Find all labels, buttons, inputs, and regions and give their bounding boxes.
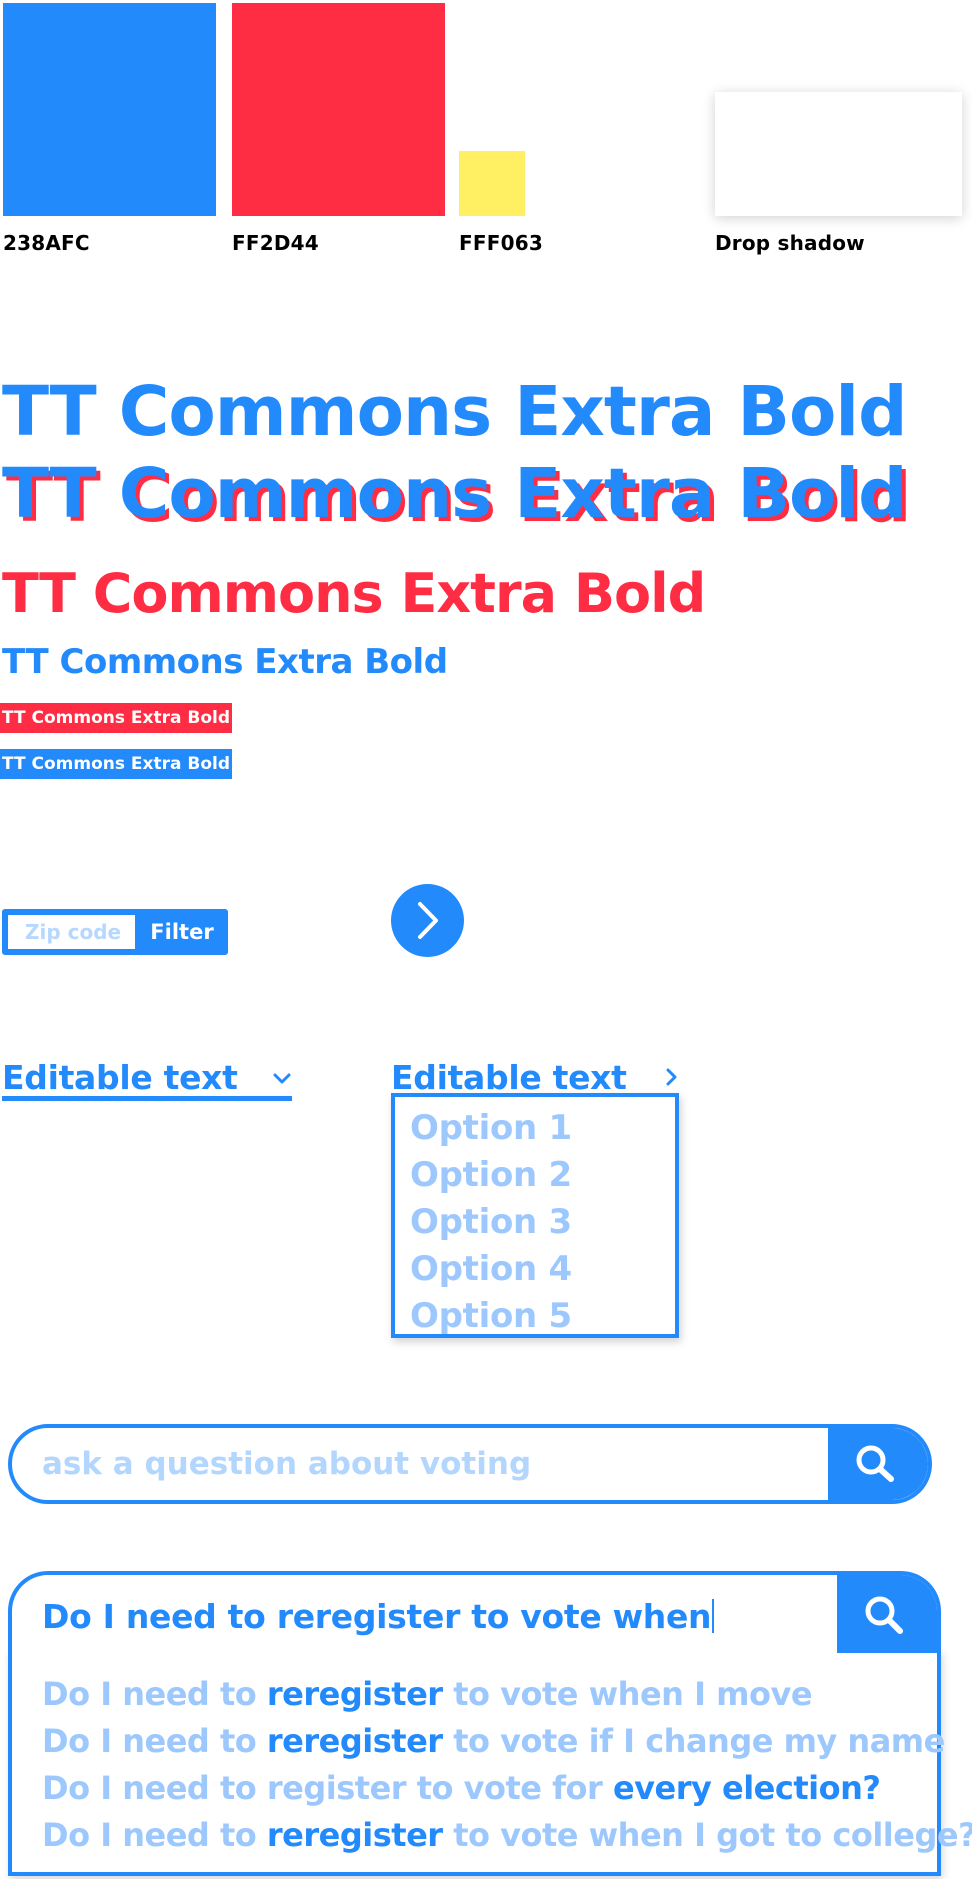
question-search-input[interactable] xyxy=(12,1428,832,1500)
suggestion-text: Do I need to xyxy=(42,1722,267,1760)
suggestion-list: Do I need to reregister to vote when I m… xyxy=(8,1649,972,1876)
dropdown-option[interactable]: Option 4 xyxy=(410,1249,572,1289)
dropdown-closed-underline xyxy=(2,1096,292,1101)
suggestion-text: to vote when I got to college? xyxy=(442,1816,972,1854)
zip-code-input[interactable] xyxy=(8,915,135,949)
suggestion-item[interactable]: Do I need to reregister to vote if I cha… xyxy=(42,1722,945,1760)
search-icon xyxy=(856,1445,894,1482)
dropdown-options-list: Option 1 Option 2 Option 3 Option 4 Opti… xyxy=(391,1093,679,1338)
swatch-yellow-label: FFF063 xyxy=(459,231,543,255)
swatch-red xyxy=(232,3,445,216)
dropdown-closed-label[interactable]: Editable text xyxy=(2,1058,238,1097)
suggestion-text: Do I need to xyxy=(42,1675,267,1713)
text-caret xyxy=(712,1599,715,1633)
suggestion-highlight: reregister xyxy=(266,1722,443,1760)
question-search-autocomplete: Do I need to reregister to vote when I m… xyxy=(8,1571,972,1876)
suggestion-item[interactable]: Do I need to register to vote for every … xyxy=(42,1769,881,1807)
suggestion-text: to vote if I change my name xyxy=(442,1722,945,1760)
swatch-blue-label: 238AFC xyxy=(3,231,90,255)
suggestion-highlight: reregister xyxy=(266,1675,443,1713)
suggestion-highlight: reregister xyxy=(266,1816,443,1854)
swatch-red-label: FF2D44 xyxy=(232,231,319,255)
suggestion-highlight: every election? xyxy=(612,1769,881,1807)
search-icon xyxy=(865,1596,903,1634)
question-search-bar xyxy=(8,1424,932,1504)
type-tag-red: TT Commons Extra Bold xyxy=(0,703,232,733)
chevron-right-icon[interactable] xyxy=(666,1068,678,1086)
search-button[interactable] xyxy=(828,1428,928,1500)
swatch-blue xyxy=(3,3,216,216)
search-button[interactable] xyxy=(837,1575,937,1653)
chevron-down-icon[interactable] xyxy=(273,1073,291,1085)
type-specimen-large-blue: TT Commons Extra Bold xyxy=(2,372,907,452)
zip-filter: Filter xyxy=(2,909,228,955)
filter-button[interactable]: Filter xyxy=(139,912,225,952)
typed-search-value: Do I need to reregister to vote when xyxy=(42,1597,712,1636)
typed-search-input[interactable]: Do I need to reregister to vote when xyxy=(42,1597,715,1636)
swatch-yellow xyxy=(459,151,525,216)
type-specimen-small-blue: TT Commons Extra Bold xyxy=(2,642,448,682)
type-tag-blue: TT Commons Extra Bold xyxy=(0,749,232,779)
type-specimen-large-shadow: TT Commons Extra Bold xyxy=(2,454,907,534)
chevron-right-icon xyxy=(418,902,438,939)
dropdown-option[interactable]: Option 2 xyxy=(410,1155,572,1195)
suggestion-text: to vote when I move xyxy=(442,1675,813,1713)
suggestion-text: Do I need to xyxy=(42,1816,267,1854)
dropdown-option[interactable]: Option 5 xyxy=(410,1296,572,1334)
swatch-drop-shadow-label: Drop shadow xyxy=(715,231,865,255)
dropdown-option[interactable]: Option 3 xyxy=(410,1202,572,1242)
swatch-drop-shadow xyxy=(715,92,962,216)
next-button[interactable] xyxy=(391,884,464,957)
suggestion-item[interactable]: Do I need to reregister to vote when I g… xyxy=(42,1816,972,1854)
dropdown-option[interactable]: Option 1 xyxy=(410,1108,572,1148)
dropdown-open-label[interactable]: Editable text xyxy=(391,1058,627,1097)
suggestion-text: Do I need to register to vote for xyxy=(42,1769,613,1807)
suggestion-item[interactable]: Do I need to reregister to vote when I m… xyxy=(42,1675,813,1713)
typed-search-bar: Do I need to reregister to vote when xyxy=(8,1571,941,1653)
type-specimen-medium-red: TT Commons Extra Bold xyxy=(2,562,706,625)
